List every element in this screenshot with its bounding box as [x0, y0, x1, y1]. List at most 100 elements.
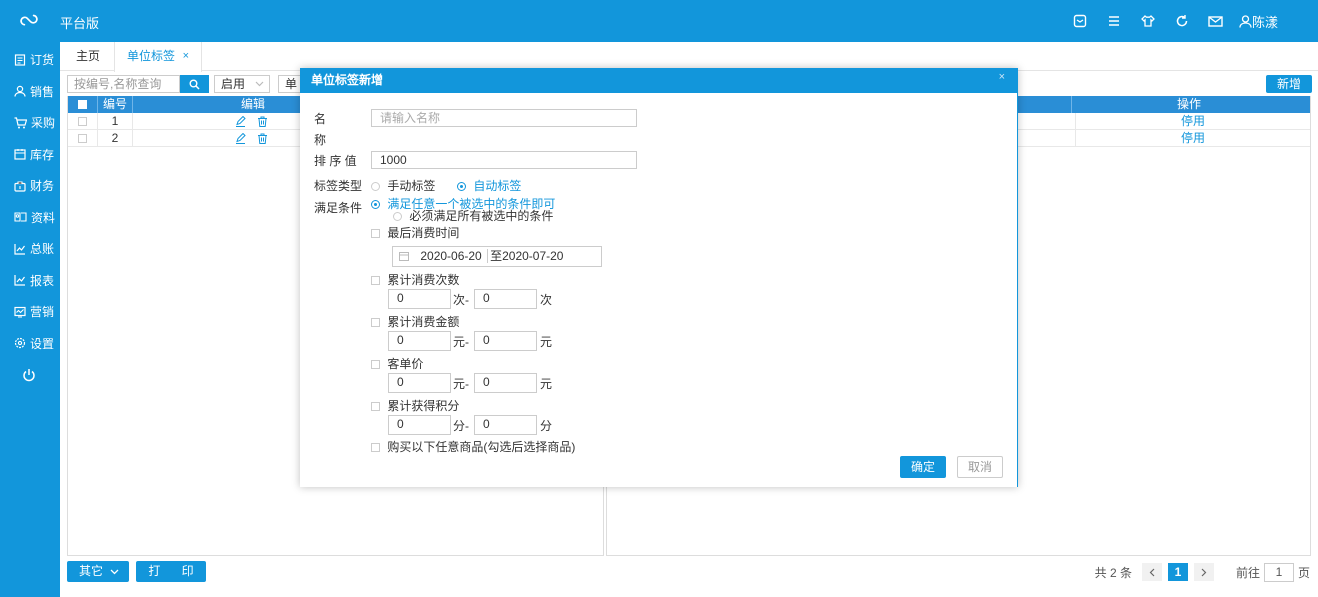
ledger-icon: [14, 243, 25, 255]
sort-input[interactable]: 1000: [371, 151, 637, 169]
sidebar-item-order[interactable]: 订货: [0, 44, 60, 76]
goto-page-input[interactable]: 1: [1263, 562, 1294, 582]
cancel-button[interactable]: 取消: [957, 456, 1003, 478]
delete-icon[interactable]: [257, 133, 268, 144]
tab-home[interactable]: 主页: [66, 42, 110, 71]
settings-icon: [14, 338, 26, 349]
name-input[interactable]: 请输入名称: [371, 109, 637, 127]
prev-page-button[interactable]: [1141, 563, 1162, 581]
row-no: 1: [98, 113, 133, 130]
sidebar-item-report[interactable]: 报表: [0, 265, 60, 297]
cum-amount-checkbox[interactable]: 累计消费金额: [371, 313, 459, 330]
type-auto-radio[interactable]: 自动标签: [457, 177, 521, 194]
tab-unit-tag[interactable]: 单位标签 ×: [114, 42, 202, 72]
date-to: 2020-07-20: [502, 249, 564, 263]
points-separator: 分-: [453, 419, 469, 433]
close-icon[interactable]: ×: [999, 71, 1005, 83]
sidebar-item-finance[interactable]: 财务: [0, 170, 60, 202]
marketing-icon: [14, 306, 26, 318]
mail-icon[interactable]: [1205, 10, 1227, 32]
cum-count-checkbox[interactable]: 累计消费次数: [371, 271, 459, 288]
page-number-current[interactable]: 1: [1167, 563, 1188, 581]
sidebar-item-sales[interactable]: 销售: [0, 76, 60, 108]
chevron-left-icon: [1149, 568, 1155, 576]
points-from-input[interactable]: 0: [388, 415, 451, 435]
row-checkbox[interactable]: [68, 113, 98, 130]
tab-bar: 主页 单位标签 ×: [60, 42, 1318, 72]
sidebar-item-marketing[interactable]: 营销: [0, 296, 60, 328]
top-bar: 平台版 陈漾: [0, 0, 1318, 42]
inbox-icon[interactable]: [1069, 10, 1091, 32]
amount-from-input[interactable]: 0: [388, 331, 451, 351]
confirm-button[interactable]: 确定: [900, 456, 946, 478]
search-input[interactable]: 按编号,名称查询: [67, 75, 180, 93]
count-separator: 次-: [453, 293, 469, 307]
sort-label: 排 序 值: [314, 154, 357, 168]
avg-from-input[interactable]: 0: [388, 373, 451, 393]
disable-link[interactable]: 停用: [1076, 113, 1310, 130]
buy-goods-checkbox[interactable]: 购买以下任意商品(勾选后选择商品): [371, 438, 575, 455]
disable-link[interactable]: 停用: [1076, 130, 1310, 147]
sidebar-item-data[interactable]: 资料: [0, 202, 60, 234]
cond-all-radio[interactable]: 必须满足所有被选中的条件: [393, 207, 553, 224]
amount-unit: 元: [540, 335, 553, 349]
cum-points-checkbox[interactable]: 累计获得积分: [371, 397, 459, 414]
menu-icon[interactable]: [1103, 10, 1125, 32]
count-unit: 次: [540, 293, 553, 307]
other-button[interactable]: 其它: [67, 561, 129, 582]
date-separator: 至: [487, 249, 503, 263]
last-time-checkbox[interactable]: 最后消费时间: [371, 224, 459, 241]
avg-price-checkbox[interactable]: 客单价: [371, 355, 423, 372]
chevron-right-icon: [1201, 568, 1207, 576]
amount-to-input[interactable]: 0: [474, 331, 537, 351]
power-icon: [23, 368, 35, 381]
report-icon: [14, 275, 25, 286]
edit-icon[interactable]: [235, 116, 246, 127]
sidebar-item-settings[interactable]: 设置: [0, 328, 60, 360]
shirt-icon[interactable]: [1137, 10, 1159, 32]
search-button[interactable]: [180, 75, 209, 93]
sidebar-item-ledger[interactable]: 总账: [0, 233, 60, 265]
inventory-icon: [14, 149, 26, 160]
cloud-logo-icon: [20, 14, 38, 26]
sidebar-item-purchase[interactable]: 采购: [0, 107, 60, 139]
select-all-checkbox[interactable]: [68, 96, 98, 113]
type-label: 标签类型: [314, 179, 363, 193]
type-manual-radio[interactable]: 手动标签: [371, 177, 435, 194]
edit-icon[interactable]: [235, 133, 246, 144]
points-to-input[interactable]: 0: [474, 415, 537, 435]
refresh-icon[interactable]: [1171, 10, 1193, 32]
name-label-2: 称: [314, 133, 327, 147]
sidebar-item-inventory[interactable]: 库存: [0, 139, 60, 171]
count-from-input[interactable]: 0: [388, 289, 451, 309]
amount-separator: 元-: [453, 335, 469, 349]
date-range-picker[interactable]: 2020-06-20 至2020-07-20: [392, 246, 602, 267]
next-page-button[interactable]: [1193, 563, 1214, 581]
user-menu[interactable]: 陈漾: [1239, 12, 1278, 31]
unit-tag-dialog: 单位标签新增 × 名 称 请输入名称 排 序 值 1000 标签类型 手动标签 …: [300, 68, 1018, 487]
name-label: 名: [314, 112, 327, 126]
points-unit: 分: [540, 419, 553, 433]
sidebar: 订货 销售 采购 库存 财务 资料 总账 报表 营销 设置: [0, 42, 60, 597]
status-select[interactable]: 启用: [214, 75, 270, 93]
cart-icon: [14, 117, 27, 129]
total-count: 共 2 条: [1094, 565, 1132, 580]
row-no: 2: [98, 130, 133, 147]
row-checkbox[interactable]: [68, 130, 98, 147]
logout-button[interactable]: [0, 359, 60, 391]
page-unit: 页: [1297, 565, 1310, 580]
calendar-icon: [399, 252, 409, 261]
print-button[interactable]: 打 印: [136, 561, 206, 582]
col-no-header: 编号: [98, 96, 133, 113]
tab-close-icon[interactable]: ×: [183, 42, 189, 71]
brand-title: 平台版: [60, 16, 100, 31]
delete-icon[interactable]: [257, 116, 268, 127]
avg-unit: 元: [540, 377, 553, 391]
pagination: 共 2 条 1 前往 1 页: [1095, 562, 1310, 582]
count-to-input[interactable]: 0: [474, 289, 537, 309]
avg-separator: 元-: [453, 377, 469, 391]
goto-label: 前往: [1235, 565, 1260, 580]
new-button[interactable]: 新增: [1266, 75, 1312, 93]
col-op-header: 操作: [1176, 97, 1201, 111]
avg-to-input[interactable]: 0: [474, 373, 537, 393]
